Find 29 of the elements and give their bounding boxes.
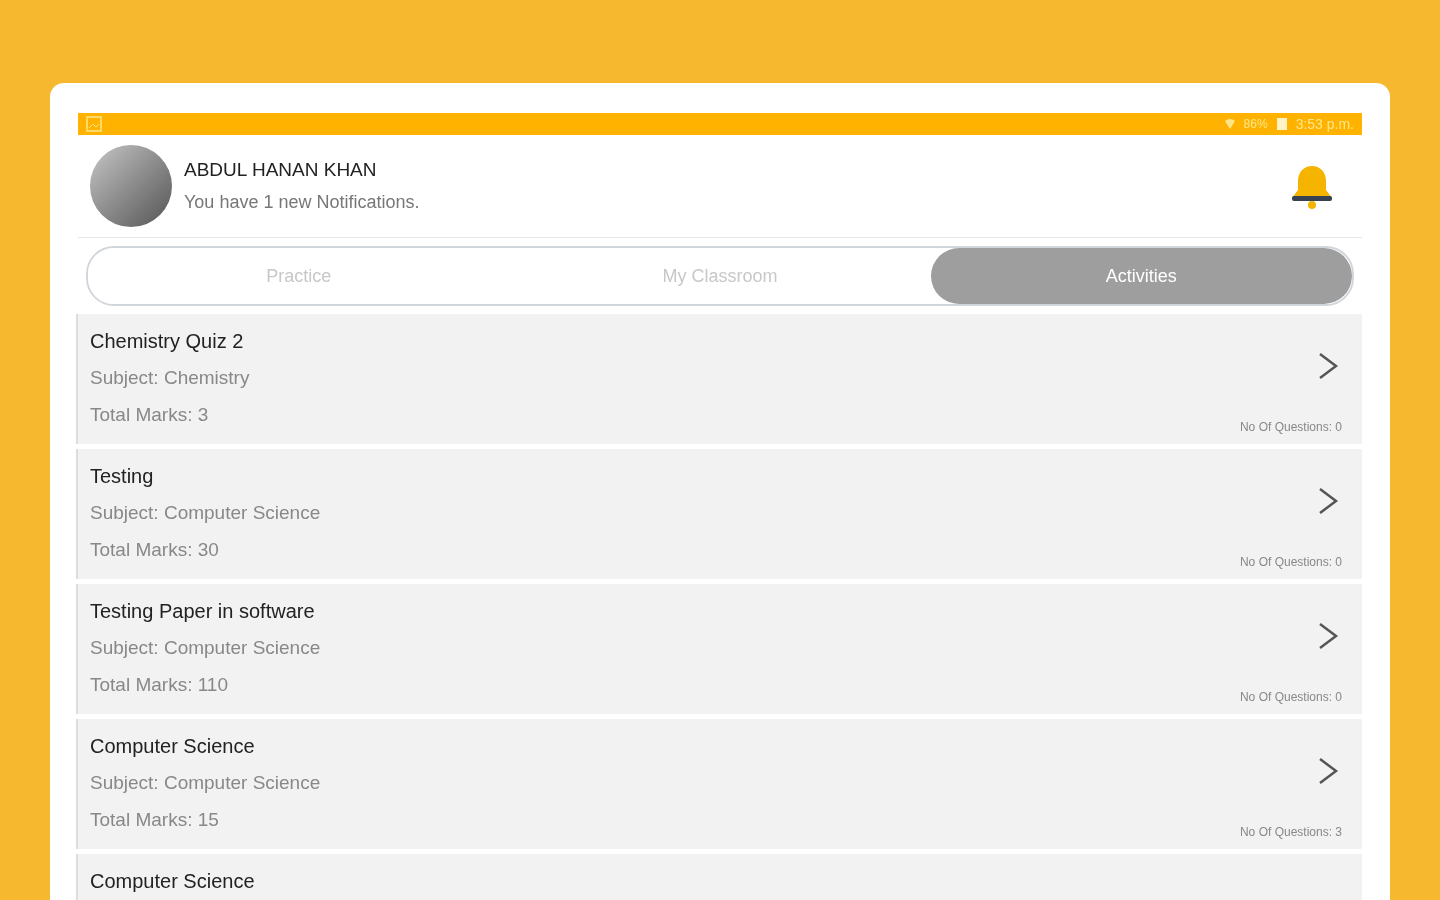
question-count: No Of Questions: 0 bbox=[1239, 419, 1342, 436]
activity-card[interactable]: Chemistry Quiz 2 Subject: Chemistry Total Marks: 3 No Of Questions: 0 bbox=[78, 314, 1362, 444]
activity-card[interactable]: Testing Paper in software Subject: Computer Science Total Marks: 110 No Of Questions: 0 bbox=[78, 584, 1362, 714]
activity-title: Chemistry Quiz 2 bbox=[90, 329, 244, 354]
clock: 3:53 p.m. bbox=[1295, 114, 1354, 134]
activity-marks: Total Marks: 3 bbox=[90, 402, 209, 427]
activity-title: Computer Science bbox=[90, 869, 255, 894]
question-count: No Of Questions: 3 bbox=[1239, 824, 1342, 841]
activity-title: Testing bbox=[90, 464, 154, 489]
activity-marks: Total Marks: 110 bbox=[90, 672, 228, 697]
activity-card[interactable]: Computer Science Subject: Computer Science Total Marks: 15 No Of Questions: 3 bbox=[78, 719, 1362, 849]
activity-subject: Subject: Computer Science bbox=[90, 501, 321, 525]
question-count: No Of Questions: 0 bbox=[1239, 554, 1342, 571]
activity-title: Testing Paper in software bbox=[90, 599, 315, 624]
wifi-icon bbox=[1223, 118, 1236, 130]
question-count: No Of Questions: 0 bbox=[1239, 689, 1342, 706]
activity-subject: Subject: Computer Science bbox=[90, 771, 321, 795]
activity-marks: Total Marks: 30 bbox=[90, 537, 219, 562]
battery-icon bbox=[1275, 117, 1288, 131]
activity-title: Computer Science bbox=[90, 734, 255, 759]
activity-subject: Subject: Computer Science bbox=[90, 636, 321, 660]
user-name: ABDUL HANAN KHAN bbox=[184, 158, 378, 183]
image-icon bbox=[86, 116, 102, 132]
activity-card[interactable]: Testing Subject: Computer Science Total Marks: 30 No Of Questions: 0 bbox=[78, 449, 1362, 579]
battery-level: 86% bbox=[1243, 116, 1268, 133]
activity-subject: Subject: Chemistry bbox=[90, 366, 250, 390]
notification-message: You have 1 new Notifications. bbox=[184, 190, 421, 214]
activity-marks: Total Marks: 15 bbox=[90, 807, 219, 832]
activity-card[interactable]: Computer Science bbox=[78, 854, 1362, 900]
